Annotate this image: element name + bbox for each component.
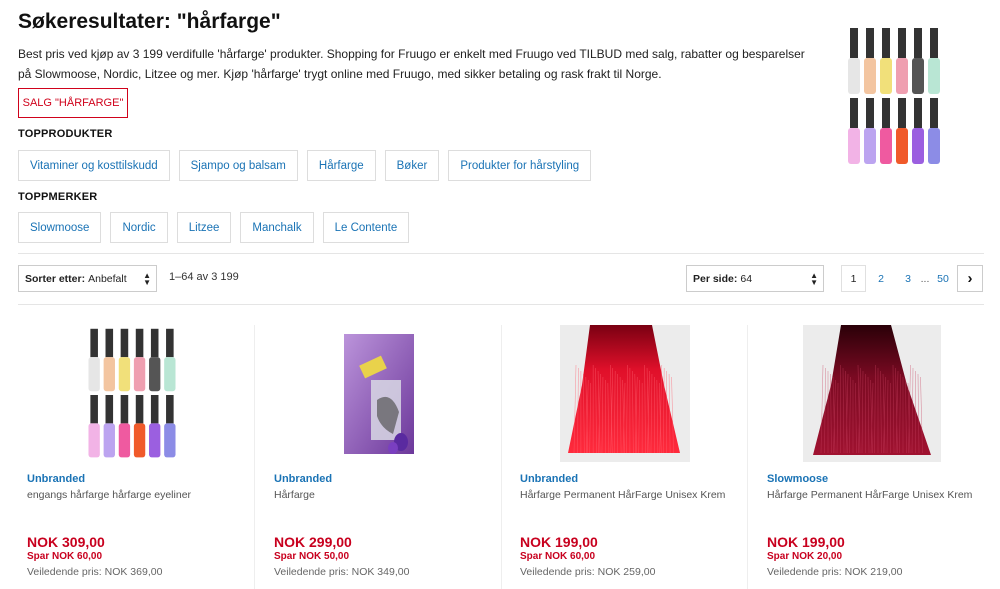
page-1[interactable]: 1: [841, 265, 866, 292]
product-name[interactable]: Hårfarge Permanent HårFarge Unisex Krem: [767, 489, 972, 501]
page-2[interactable]: 2: [869, 265, 893, 292]
product-savings: Spar NOK 60,00: [27, 551, 103, 562]
search-description: Best pris ved kjøp av 3 199 verdifulle '…: [18, 47, 805, 81]
product-name[interactable]: Hårfarge: [274, 489, 315, 501]
eyeliner-tubes-image: [87, 328, 176, 458]
result-count: 1–64 av 3 199: [169, 271, 239, 283]
chip-slowmoose[interactable]: Slowmoose: [18, 212, 102, 243]
select-arrows-icon: ▲ ▼: [810, 271, 818, 287]
sort-select[interactable]: Sorter etter: Anbefalt ▲ ▼: [18, 265, 157, 292]
product-image[interactable]: [256, 330, 501, 470]
hair-swatch-burgundy-image: [802, 325, 941, 462]
chip-harstyling[interactable]: Produkter for hårstyling: [448, 150, 592, 181]
product-savings: Spar NOK 50,00: [274, 551, 350, 562]
product-rrp: Veiledende pris: NOK 349,00: [274, 566, 410, 578]
product-savings: Spar NOK 20,00: [767, 551, 843, 562]
chip-sjampo[interactable]: Sjampo og balsam: [178, 150, 298, 181]
product-image[interactable]: [749, 325, 994, 465]
sort-value: Anbefalt: [88, 272, 127, 285]
hair-dye-pack-image: [343, 334, 414, 454]
top-products-list: Vitaminer og kosttilskudd Sjampo og bals…: [18, 150, 600, 181]
chip-litzee[interactable]: Litzee: [176, 212, 232, 243]
product-brand[interactable]: Unbranded: [27, 473, 85, 485]
divider: [18, 253, 984, 254]
product-savings: Spar NOK 60,00: [520, 551, 596, 562]
product-card[interactable]: Unbranded Hårfarge Permanent HårFarge Un…: [502, 325, 748, 589]
chip-manchalk[interactable]: Manchalk: [240, 212, 314, 243]
divider: [18, 304, 984, 305]
chip-nordic[interactable]: Nordic: [110, 212, 168, 243]
page-50[interactable]: 50: [932, 265, 954, 292]
hair-swatch-red-image: [559, 325, 690, 462]
page-ellipsis: ...: [920, 272, 930, 285]
product-image[interactable]: [9, 325, 254, 465]
card-separator: [747, 325, 748, 589]
product-price: NOK 309,00: [27, 534, 105, 550]
top-brands-list: Slowmoose Nordic Litzee Manchalk Le Cont…: [18, 212, 418, 243]
sort-label: Sorter etter:: [25, 272, 86, 285]
product-rrp: Veiledende pris: NOK 219,00: [767, 566, 903, 578]
sale-button[interactable]: SALG "HÅRFARGE": [18, 88, 128, 118]
product-name[interactable]: engangs hårfarge hårfarge eyeliner: [27, 489, 191, 501]
chip-le-contente[interactable]: Le Contente: [322, 212, 410, 243]
product-price: NOK 199,00: [520, 534, 598, 550]
product-card[interactable]: Unbranded engangs hårfarge hårfarge eyel…: [9, 325, 255, 589]
product-name[interactable]: Hårfarge Permanent HårFarge Unisex Krem: [520, 489, 725, 501]
top-brands-heading: TOPPMERKER: [18, 191, 98, 203]
chip-vitaminer[interactable]: Vitaminer og kosttilskudd: [18, 150, 170, 181]
card-separator: [254, 325, 255, 589]
product-price: NOK 199,00: [767, 534, 845, 550]
product-rrp: Veiledende pris: NOK 259,00: [520, 566, 656, 578]
per-page-select[interactable]: Per side: 64 ▲ ▼: [686, 265, 824, 292]
hero-product-image: [848, 28, 940, 164]
product-image[interactable]: [502, 325, 747, 465]
product-brand[interactable]: Slowmoose: [767, 473, 828, 485]
product-card[interactable]: Unbranded Hårfarge NOK 299,00 Spar NOK 5…: [256, 325, 502, 589]
next-page-button[interactable]: ›: [957, 265, 983, 292]
per-page-value: 64: [740, 272, 753, 285]
product-brand[interactable]: Unbranded: [520, 473, 578, 485]
product-card[interactable]: Slowmoose Hårfarge Permanent HårFarge Un…: [749, 325, 995, 589]
page-3[interactable]: 3: [896, 265, 920, 292]
chip-harfarge[interactable]: Hårfarge: [306, 150, 376, 181]
select-arrows-icon: ▲ ▼: [143, 271, 151, 287]
per-page-label: Per side:: [693, 272, 738, 285]
page-title: Søkeresultater: "hårfarge": [18, 10, 281, 33]
product-brand[interactable]: Unbranded: [274, 473, 332, 485]
top-products-heading: TOPPRODUKTER: [18, 128, 113, 140]
product-rrp: Veiledende pris: NOK 369,00: [27, 566, 163, 578]
product-price: NOK 299,00: [274, 534, 352, 550]
chip-boker[interactable]: Bøker: [384, 150, 440, 181]
